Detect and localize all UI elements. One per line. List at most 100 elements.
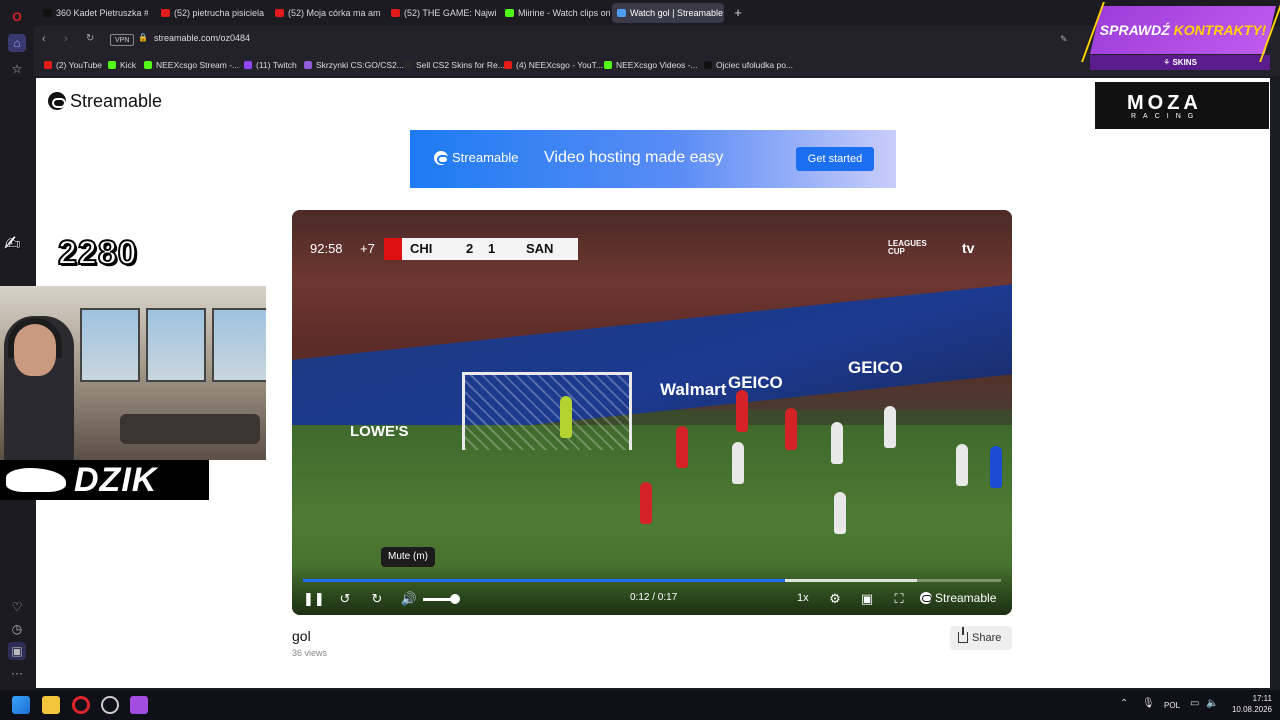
tiktok-favicon-icon	[43, 9, 52, 17]
share-button[interactable]: Share	[950, 626, 1012, 650]
share-label: Share	[972, 632, 1002, 644]
tab-5[interactable]: Miirine - Watch clips on K	[500, 3, 610, 23]
streamable-logo[interactable]: Streamable	[48, 90, 162, 112]
score-number: 2280	[57, 233, 138, 273]
window	[212, 308, 266, 382]
goalkeeper	[560, 396, 572, 438]
streamable-watermark[interactable]: Streamable	[920, 591, 996, 605]
scoreboard: 92:58 +7 CHI 2 1 SAN	[304, 238, 578, 260]
opera-taskbar-icon[interactable]	[72, 696, 90, 714]
forward-icon[interactable]: ↻	[367, 590, 387, 608]
video-player[interactable]: Walmart GEICO GEICO LOWE'S 92:58 +7 CHI …	[292, 210, 1012, 615]
pinboard-icon[interactable]: ☆	[8, 60, 26, 78]
url-text[interactable]: streamable.com/oz0484	[154, 33, 250, 43]
fullscreen-icon[interactable]: ⛶	[889, 590, 909, 608]
tab-label: 360 Kadet Pietruszka #gta	[56, 8, 148, 18]
streamable-logo-icon	[920, 592, 932, 604]
new-tab-button[interactable]: +	[728, 3, 748, 23]
kick-favicon-icon	[604, 61, 612, 69]
player	[785, 408, 797, 450]
network-icon[interactable]: ▭	[1190, 698, 1199, 709]
rewind-icon[interactable]: ↺	[335, 590, 355, 608]
promo-headline: SPRAWDŹ KONTRAKTY!	[1090, 6, 1276, 54]
tab-4[interactable]: (52) THE GAME: Największ	[386, 3, 496, 23]
promo-sponsor-text: SKINS	[1172, 58, 1197, 67]
edit-icon[interactable]: ✎	[1060, 34, 1068, 45]
video-title: gol	[292, 628, 311, 644]
bookmark-kick[interactable]: Kick	[108, 58, 136, 72]
bookmark-label: NEEXcsgo Stream -...	[156, 60, 240, 70]
banner-tagline: Video hosting made easy	[544, 149, 724, 166]
lock-icon[interactable]: 🔒	[138, 33, 148, 42]
volume-tray-icon[interactable]: 🔈	[1206, 698, 1218, 709]
seek-bar[interactable]	[303, 579, 1001, 582]
bookmark-sell-skins[interactable]: Sell CS2 Skins for Re...	[404, 58, 505, 72]
tab-6-active[interactable]: Watch gol | Streamable	[612, 3, 724, 23]
streaming-app-icon[interactable]	[130, 696, 148, 714]
bookmark-label: Sell CS2 Skins for Re...	[416, 60, 505, 70]
vpn-badge[interactable]: VPN	[110, 34, 135, 46]
get-started-button[interactable]: Get started	[796, 147, 874, 171]
player	[736, 390, 748, 432]
bookmark-neex-videos[interactable]: NEEXcsgo Videos -...	[604, 58, 698, 72]
ad-walmart: Walmart	[660, 380, 727, 399]
reload-icon[interactable]: ↻	[86, 33, 94, 44]
player	[831, 422, 843, 464]
tray-chevron-icon[interactable]: ⌃	[1120, 698, 1128, 709]
banner-logo: Streamable	[434, 150, 518, 165]
history-icon[interactable]: ◷	[8, 620, 26, 638]
language-indicator[interactable]: POL	[1164, 701, 1180, 710]
playback-speed-button[interactable]: 1x	[797, 592, 809, 604]
heart-icon[interactable]: ♡	[8, 598, 26, 616]
windows-start-icon[interactable]	[12, 696, 30, 714]
network-label: tv	[962, 240, 975, 256]
scribble-graffiti: ✍	[4, 233, 21, 255]
tab-1[interactable]: 360 Kadet Pietruszka #gta	[38, 3, 148, 23]
bookmark-youtube[interactable]: (2) YouTube	[44, 58, 102, 72]
apple-tv-logo: tv	[962, 240, 974, 256]
tab-2[interactable]: (52) pietrucha pisiciela có	[156, 3, 266, 23]
bookmark-skrzynki[interactable]: Skrzynki CS:GO/CS2...	[304, 58, 404, 72]
promo-banner[interactable]: Streamable Video hosting made easy Get s…	[410, 130, 896, 188]
pause-button[interactable]: ❚❚	[303, 590, 325, 608]
ad-geico-1: GEICO	[728, 373, 783, 392]
volume-knob[interactable]	[450, 594, 460, 604]
bookmark-twitch[interactable]: (11) Twitch	[244, 58, 297, 72]
dzik-text: DZIK	[74, 461, 158, 499]
bookmark-neex-stream[interactable]: NEEXcsgo Stream -...	[144, 58, 239, 72]
window	[146, 308, 206, 382]
microphone-icon[interactable]: 🎙	[1142, 698, 1155, 709]
bookmark-label: (11) Twitch	[256, 60, 297, 70]
moza-racing-ad[interactable]: MOZA RACING	[1095, 82, 1269, 129]
tab-label: (52) pietrucha pisiciela có	[174, 8, 266, 18]
settings-gear-icon[interactable]: ⚙	[825, 590, 845, 608]
back-icon[interactable]: ‹	[42, 33, 46, 45]
picture-in-picture-icon[interactable]: ▣	[857, 590, 877, 608]
app-taskbar-icon[interactable]	[101, 696, 119, 714]
system-clock[interactable]: 17:11 10.08.2026	[1228, 693, 1272, 715]
opera-logo-icon[interactable]: O	[8, 8, 26, 26]
bookmark-label: Ojciec ufoludka po...	[716, 60, 794, 70]
player	[676, 426, 688, 468]
home-icon[interactable]: ⌂	[8, 34, 26, 52]
extensions-icon[interactable]: ▣	[8, 642, 26, 660]
away-score: 1	[488, 241, 496, 256]
timecode: 0:12 / 0:17	[630, 592, 678, 603]
view-count: 36 views	[292, 648, 328, 658]
url-field[interactable]: VPN 🔒 streamable.com/oz0484	[104, 30, 1064, 50]
streamable-logo-icon	[434, 151, 449, 165]
more-icon[interactable]: ···	[8, 664, 26, 682]
tab-3[interactable]: (52) Moja córka ma aman	[270, 3, 380, 23]
bookmark-label: (2) YouTube	[56, 60, 102, 70]
bookmark-label: NEEXcsgo Videos -...	[616, 60, 698, 70]
bookmark-neex-youtube[interactable]: (4) NEEXcsgo - YouT...	[504, 58, 603, 72]
skins-favicon-icon	[404, 61, 412, 69]
tab-label: (52) THE GAME: Największ	[404, 8, 496, 18]
bookmark-label: (4) NEEXcsgo - YouT...	[516, 60, 603, 70]
streamer-score-overlay: ✍ 2280	[4, 232, 162, 280]
file-explorer-icon[interactable]	[42, 696, 60, 714]
forward-icon[interactable]: ›	[64, 33, 68, 45]
volume-button[interactable]: 🔊	[399, 590, 419, 608]
volume-slider[interactable]	[423, 594, 460, 604]
bookmark-ojciec[interactable]: Ojciec ufoludka po...	[704, 58, 793, 72]
